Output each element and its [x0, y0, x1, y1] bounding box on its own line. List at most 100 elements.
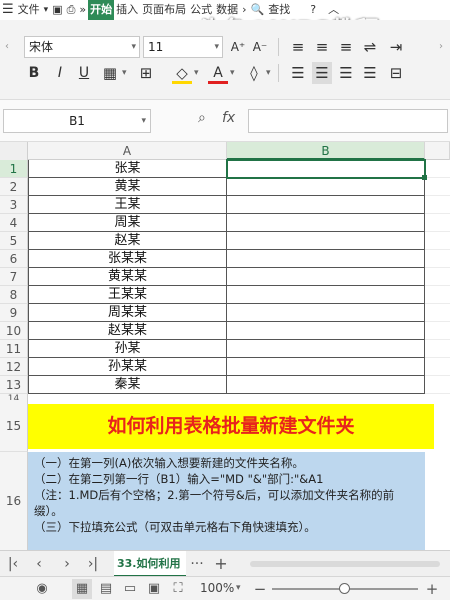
sheet-tab-active[interactable]: 33.如何利用 — [114, 551, 186, 577]
zoom-search-icon[interactable]: ⌕ — [198, 110, 206, 126]
cell-a[interactable]: 王某某 — [28, 286, 227, 304]
decrease-font-icon[interactable]: A⁻ — [250, 36, 270, 58]
title-banner[interactable]: 如何利用表格批量新建文件夹 — [28, 404, 434, 449]
cell-b[interactable] — [227, 340, 425, 358]
first-sheet-icon[interactable]: |‹ — [2, 551, 24, 577]
chevron-down-icon[interactable]: ▾ — [122, 68, 127, 78]
sheet-grid[interactable]: A B 1 张某 2 黄某 3 王某 4 周某 5 赵某 6 张某某 7 黄某某 8 王某某 9 周某某 10 赵某某… — [0, 142, 450, 550]
cell-c[interactable] — [425, 358, 450, 376]
formula-input[interactable] — [248, 109, 448, 133]
fx-label[interactable]: fx — [222, 110, 235, 126]
cell-a[interactable]: 秦某 — [28, 376, 227, 394]
chevron-down-icon[interactable]: ▾ — [42, 0, 51, 20]
row-header[interactable]: 1 — [0, 160, 28, 178]
cell-a[interactable]: 黄某 — [28, 178, 227, 196]
last-sheet-icon[interactable]: ›| — [82, 551, 104, 577]
cell-b[interactable] — [227, 250, 425, 268]
zoom-level[interactable]: 100% — [200, 581, 234, 595]
justify-icon[interactable]: ☰ — [360, 62, 380, 84]
align-left-icon[interactable]: ☰ — [288, 62, 308, 84]
row-header[interactable]: 4 — [0, 214, 28, 232]
distributed-align-icon[interactable]: ⊟ — [386, 62, 406, 84]
eye-icon[interactable]: ◉ — [32, 579, 52, 599]
fullscreen-icon[interactable]: ⛶ — [168, 579, 188, 599]
cell-b[interactable] — [227, 268, 425, 286]
column-header-a[interactable]: A — [28, 142, 227, 160]
row-header[interactable]: 5 — [0, 232, 28, 250]
paste-icon[interactable]: ‹ — [0, 36, 14, 58]
column-header-c[interactable] — [425, 142, 450, 160]
cell-b[interactable] — [227, 232, 425, 250]
cell-b[interactable] — [227, 322, 425, 340]
row-header[interactable]: 13 — [0, 376, 28, 394]
cell-c[interactable] — [425, 286, 450, 304]
menu-icon[interactable]: ☰ — [0, 0, 16, 20]
font-name-select[interactable]: 宋体 ▾ — [24, 36, 140, 58]
chevron-down-icon[interactable]: ▾ — [266, 68, 271, 78]
row-header[interactable]: 2 — [0, 178, 28, 196]
row-header[interactable]: 6 — [0, 250, 28, 268]
cell-c[interactable] — [425, 196, 450, 214]
selected-cell-outline[interactable] — [226, 159, 426, 179]
bold-button[interactable]: B — [24, 62, 44, 84]
page-break-icon[interactable]: ▭ — [120, 579, 140, 599]
row-header[interactable]: 9 — [0, 304, 28, 322]
cell-c[interactable] — [425, 250, 450, 268]
row-header[interactable]: 15 — [0, 400, 28, 452]
row-header[interactable]: 7 — [0, 268, 28, 286]
normal-view-icon[interactable]: ▦ — [72, 579, 92, 599]
cell-b[interactable] — [227, 358, 425, 376]
reading-mode-icon[interactable]: ▣ — [144, 579, 164, 599]
align-right-icon[interactable]: ☰ — [336, 62, 356, 84]
cell-b[interactable] — [227, 178, 425, 196]
menu-tab-page-layout[interactable]: 页面布局 — [140, 0, 188, 20]
fill-handle[interactable] — [422, 175, 427, 180]
merge-cells-icon[interactable]: ⊞ — [136, 62, 156, 84]
cell-a[interactable]: 周某某 — [28, 304, 227, 322]
align-bottom-icon[interactable]: ≡ — [336, 36, 356, 58]
menu-tab-file[interactable]: 文件 — [16, 0, 42, 20]
column-header-b[interactable]: B — [227, 142, 425, 160]
chevron-right-icon[interactable]: › — [434, 36, 448, 58]
cell-b[interactable] — [227, 376, 425, 394]
align-top-icon[interactable]: ≡ — [288, 36, 308, 58]
instruction-notes[interactable]: （一）在第一列(A)依次输入想要新建的文件夹名称。 （二）在第二列第一行（B1）… — [28, 452, 425, 550]
border-icon[interactable]: ▦ — [100, 62, 120, 84]
cell-c[interactable] — [425, 214, 450, 232]
chevron-down-icon[interactable]: ▾ — [194, 68, 199, 78]
select-all-corner[interactable] — [0, 142, 28, 160]
font-size-select[interactable]: 11 ▾ — [143, 36, 223, 58]
menu-tab-home[interactable]: 开始 — [88, 0, 115, 20]
print-icon[interactable]: ⎙ — [65, 0, 78, 20]
cell-a[interactable]: 张某 — [28, 160, 227, 178]
row-header[interactable]: 11 — [0, 340, 28, 358]
more-icon[interactable]: » — [77, 0, 88, 20]
indent-icon[interactable]: ⇥ — [386, 36, 406, 58]
cell-c[interactable] — [425, 376, 450, 394]
save-icon[interactable]: ▣ — [50, 0, 64, 20]
cell-a[interactable]: 赵某某 — [28, 322, 227, 340]
cell-b[interactable] — [227, 196, 425, 214]
cell-a[interactable]: 赵某 — [28, 232, 227, 250]
more-sheets-icon[interactable]: ··· — [186, 551, 208, 577]
row-header[interactable]: 8 — [0, 286, 28, 304]
row-header[interactable]: 10 — [0, 322, 28, 340]
cell-b[interactable] — [227, 304, 425, 322]
cell-a[interactable]: 孙某 — [28, 340, 227, 358]
increase-font-icon[interactable]: A⁺ — [228, 36, 248, 58]
cell-c[interactable] — [425, 178, 450, 196]
horizontal-scrollbar[interactable] — [250, 561, 440, 567]
chevron-down-icon[interactable]: ▾ — [230, 68, 235, 78]
align-center-icon[interactable]: ☰ — [312, 62, 332, 84]
cell-c[interactable] — [425, 268, 450, 286]
fill-color-icon[interactable]: ◇ — [172, 62, 192, 84]
cell-a[interactable]: 周某 — [28, 214, 227, 232]
align-middle-icon[interactable]: ≡ — [312, 36, 332, 58]
next-sheet-icon[interactable]: › — [56, 551, 78, 577]
cell-b[interactable] — [227, 214, 425, 232]
row-header[interactable]: 16 — [0, 452, 28, 550]
cell-a[interactable]: 黄某某 — [28, 268, 227, 286]
cell-c[interactable] — [425, 160, 450, 178]
page-layout-icon[interactable]: ▤ — [96, 579, 116, 599]
add-sheet-icon[interactable]: + — [210, 551, 232, 577]
